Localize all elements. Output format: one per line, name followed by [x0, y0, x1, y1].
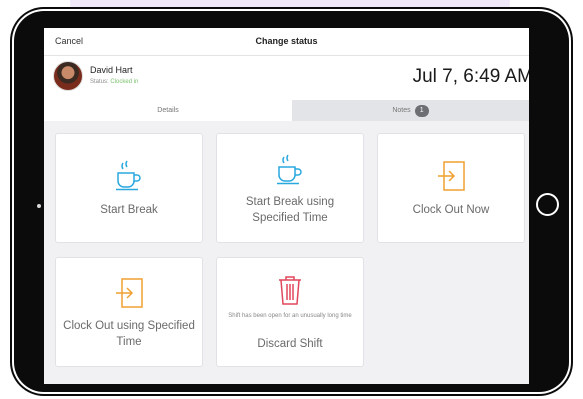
user-bar: David Hart Status: Clocked in Jul 7, 6:4…: [44, 56, 529, 100]
tab-bar: Details Notes 1: [44, 100, 529, 121]
app-screen: Cancel Change status David Hart Status: …: [44, 28, 529, 384]
status-value: Clocked in: [110, 79, 139, 85]
clock-out-specified-time-button[interactable]: Clock Out using Specified Time: [55, 257, 203, 367]
start-break-specified-time-button[interactable]: Start Break using Specified Time: [216, 133, 364, 243]
start-break-specified-time-label: Start Break using Specified Time: [245, 196, 335, 224]
trash-icon: [217, 274, 363, 306]
tab-notes-label: Notes: [392, 107, 411, 114]
start-break-button[interactable]: Start Break: [55, 133, 203, 243]
tab-details-label: Details: [157, 107, 179, 114]
status-label: Status:: [90, 79, 109, 85]
discard-shift-note: Shift has been open for an unusually lon…: [228, 313, 352, 319]
top-bar: Cancel Change status: [44, 28, 529, 56]
clock-out-now-button[interactable]: Clock Out Now: [377, 133, 525, 243]
coffee-cup-icon: [56, 160, 202, 192]
home-button[interactable]: [536, 193, 559, 216]
tab-details[interactable]: Details: [44, 100, 292, 121]
clock-out-specified-time-label: Clock Out using Specified Time: [63, 320, 195, 348]
discard-shift-label: Discard Shift: [257, 338, 323, 350]
user-name: David Hart: [90, 65, 133, 75]
start-break-label: Start Break: [100, 204, 158, 216]
current-datetime: Jul 7, 6:49 AM: [412, 66, 529, 87]
clock-out-now-label: Clock Out Now: [412, 204, 490, 216]
camera-dot: [37, 204, 41, 208]
sign-out-icon: [56, 278, 202, 308]
discard-shift-button[interactable]: Shift has been open for an unusually lon…: [216, 257, 364, 367]
notes-count-badge: 1: [414, 104, 429, 117]
page-title: Change status: [255, 36, 318, 46]
user-status: Status: Clocked in: [90, 79, 138, 85]
coffee-cup-icon: [217, 154, 363, 186]
sign-out-icon: [378, 161, 524, 191]
tab-notes[interactable]: Notes 1: [292, 100, 529, 121]
avatar: [53, 61, 83, 91]
